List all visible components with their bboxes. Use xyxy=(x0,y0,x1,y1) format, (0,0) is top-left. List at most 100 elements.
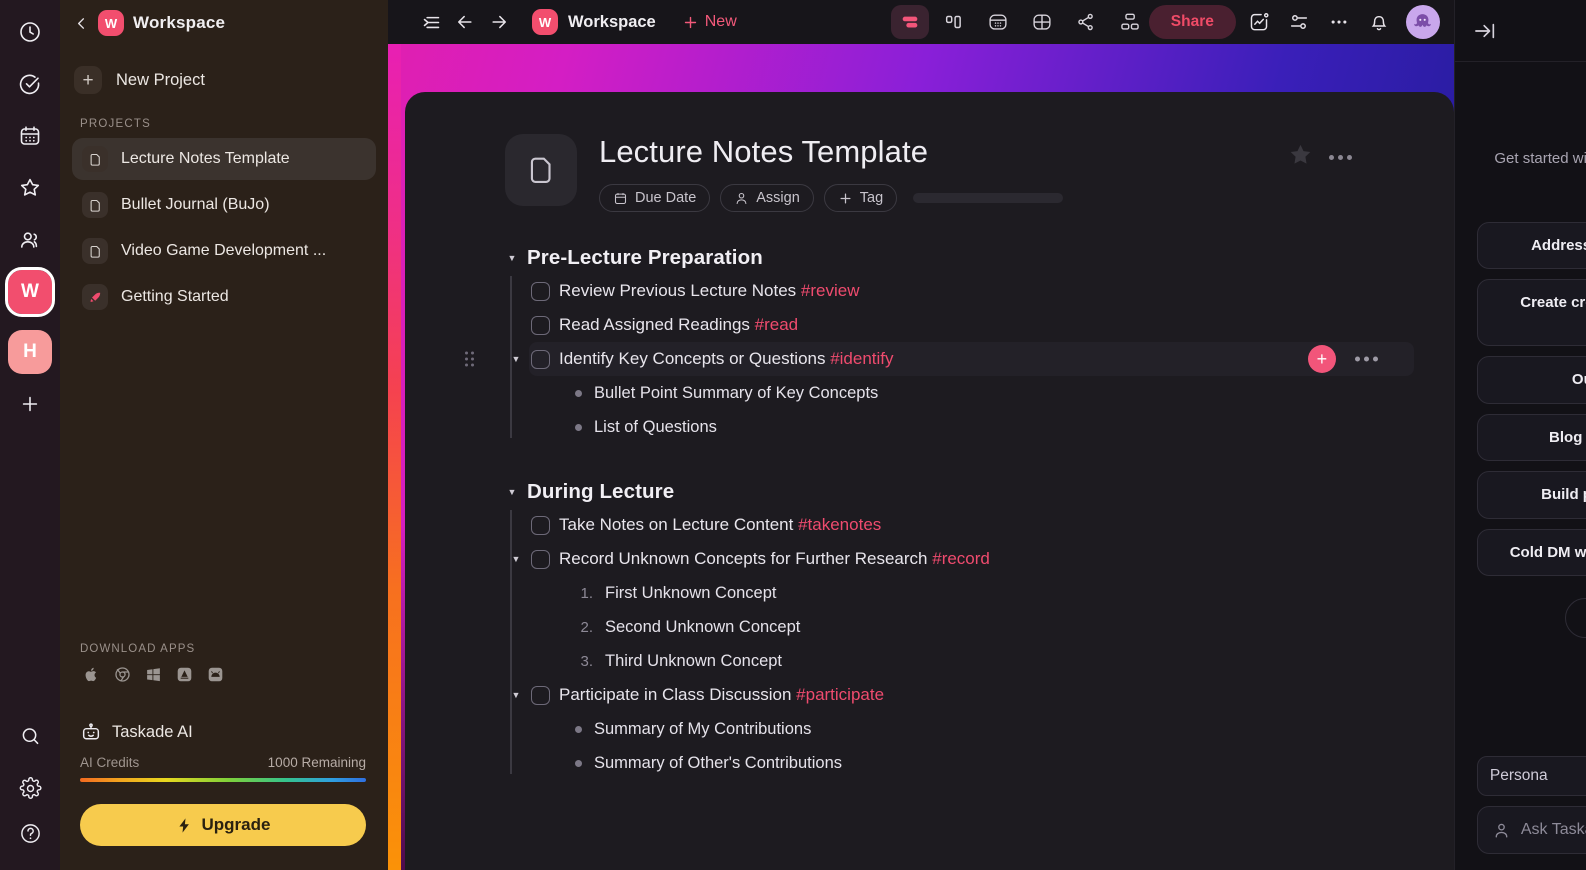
share-button[interactable]: Share xyxy=(1148,5,1236,39)
help-icon[interactable] xyxy=(8,818,52,862)
task-tag[interactable]: #record xyxy=(932,549,990,568)
settings-icon[interactable] xyxy=(8,766,52,810)
more-icon[interactable] xyxy=(1322,5,1356,39)
workspace-chip[interactable]: W xyxy=(98,10,124,36)
activity-icon[interactable] xyxy=(1242,5,1276,39)
workspace-avatar-h[interactable]: H xyxy=(8,330,52,374)
chevron-down-icon[interactable]: ▼ xyxy=(505,487,519,497)
toggle-sidebar-icon[interactable] xyxy=(414,5,448,39)
collapse-panel-icon[interactable] xyxy=(1473,20,1499,42)
subtask-item[interactable]: 2. Second Unknown Concept xyxy=(575,610,1414,644)
person-icon xyxy=(736,192,747,204)
windows-icon[interactable] xyxy=(142,663,164,685)
task-checkbox[interactable] xyxy=(531,685,550,705)
gradient-left-strip xyxy=(388,44,401,870)
subtask-item[interactable]: 1. First Unknown Concept xyxy=(575,576,1414,610)
drag-handle-icon[interactable] xyxy=(465,351,474,367)
app-root: W H W Workspace + New Project PROJECTS L… xyxy=(0,0,1586,870)
prompt-suggestion[interactable]: Outreach Sequence xyxy=(1476,356,1586,404)
workspace-avatar-w[interactable]: W xyxy=(5,267,55,317)
subtask-item[interactable]: 3. Third Unknown Concept xyxy=(575,644,1414,678)
prompt-suggestion[interactable]: Address needs and pain points xyxy=(1476,221,1586,269)
breadcrumb-workspace[interactable]: W Workspace xyxy=(532,9,656,35)
android-icon[interactable] xyxy=(204,663,226,685)
list-view-icon[interactable] xyxy=(890,5,929,39)
sidebar-item-bullet-journal[interactable]: Bullet Journal (BuJo) xyxy=(72,184,376,226)
task-tag[interactable]: #identify xyxy=(830,349,893,368)
chevron-down-icon[interactable]: ▼ xyxy=(509,690,523,700)
task-tag[interactable]: #review xyxy=(801,281,860,300)
favorites-icon[interactable] xyxy=(8,166,52,210)
document-icon[interactable] xyxy=(505,134,577,206)
upgrade-label: Upgrade xyxy=(201,815,271,834)
due-date-chip[interactable]: Due Date xyxy=(599,184,711,212)
assign-chip[interactable]: Assign xyxy=(720,184,814,212)
task-checkbox[interactable] xyxy=(531,315,550,335)
add-subtask-button[interactable]: + xyxy=(1307,345,1336,373)
task-row[interactable]: ▼ Record Unknown Concepts for Further Re… xyxy=(512,542,1414,576)
org-chart-icon[interactable] xyxy=(1111,5,1149,39)
favorite-star-icon[interactable] xyxy=(1288,142,1313,172)
chrome-icon[interactable] xyxy=(111,663,133,685)
breadcrumb-workspace-label: Workspace xyxy=(568,12,656,31)
board-view-icon[interactable] xyxy=(935,5,973,39)
plus-icon xyxy=(840,193,851,203)
appstore-icon[interactable] xyxy=(173,663,195,685)
back-navigation-icon[interactable] xyxy=(448,5,482,39)
persona-select[interactable]: Persona xyxy=(1476,756,1586,796)
subtask-item[interactable]: Summary of Other's Contributions xyxy=(575,746,1414,780)
prompt-suggestion[interactable]: Cold DM with Personalized Approach xyxy=(1476,528,1586,576)
task-checkbox[interactable] xyxy=(531,281,550,301)
task-row-hovered[interactable]: ▼ Identify Key Concepts or Questions #id… xyxy=(465,342,1414,376)
task-row[interactable]: Take Notes on Lecture Content #takenotes xyxy=(529,508,1414,542)
chevron-down-icon[interactable]: ▼ xyxy=(509,554,523,564)
document-meta-row: Due Date Assign Tag xyxy=(599,184,1064,212)
task-row[interactable]: Read Assigned Readings #read xyxy=(529,308,1414,342)
task-row[interactable]: ▼ Participate in Class Discussion #parti… xyxy=(512,678,1414,712)
task-tag[interactable]: #read xyxy=(755,315,798,334)
sidebar-item-getting-started[interactable]: Getting Started xyxy=(72,276,376,318)
subtask-item[interactable]: List of Questions xyxy=(575,410,1414,444)
sidebar-item-lecture-notes-template[interactable]: Lecture Notes Template xyxy=(72,138,376,180)
apple-icon[interactable] xyxy=(80,663,102,685)
prompt-suggestion[interactable]: Build product landing pages xyxy=(1476,471,1586,519)
task-checkbox[interactable] xyxy=(531,549,550,569)
bell-icon[interactable] xyxy=(1362,5,1396,39)
task-tag[interactable]: #takenotes xyxy=(798,515,881,534)
subtask-item[interactable]: Summary of My Contributions xyxy=(575,712,1414,746)
sidebar-item-video-game-development[interactable]: Video Game Development ... xyxy=(72,230,376,272)
prompt-suggestion[interactable]: Create cross-selling and upselling strat… xyxy=(1476,279,1586,346)
new-project-button[interactable]: + New Project xyxy=(74,66,374,94)
add-workspace-icon[interactable] xyxy=(8,382,52,426)
document-more-icon[interactable] xyxy=(1328,154,1352,160)
mindmap-view-icon[interactable] xyxy=(1067,5,1105,39)
top-toolbar: W Workspace New Share xyxy=(388,0,1454,44)
task-tag[interactable]: #participate xyxy=(796,685,884,704)
back-icon[interactable] xyxy=(74,16,89,31)
task-checkbox[interactable] xyxy=(531,349,550,369)
subtask-item[interactable]: Bullet Point Summary of Key Concepts xyxy=(575,376,1414,410)
new-button[interactable]: New xyxy=(682,13,737,31)
task-more-icon[interactable] xyxy=(1354,356,1378,362)
taskade-ai-button[interactable]: Taskade AI xyxy=(60,685,388,743)
forward-navigation-icon[interactable] xyxy=(482,5,516,39)
tasks-icon[interactable] xyxy=(8,62,52,106)
chevron-down-icon[interactable]: ▼ xyxy=(505,253,519,263)
view-more-button[interactable]: View More xyxy=(1565,598,1586,638)
search-icon[interactable] xyxy=(8,714,52,758)
task-label: Identify Key Concepts or Questions #iden… xyxy=(559,349,894,369)
avatar[interactable] xyxy=(1405,5,1440,39)
upgrade-button[interactable]: Upgrade xyxy=(80,804,366,846)
table-view-icon[interactable] xyxy=(1023,5,1061,39)
calendar-icon[interactable] xyxy=(8,114,52,158)
recent-icon[interactable] xyxy=(8,10,52,54)
task-row[interactable]: Review Previous Lecture Notes #review xyxy=(529,274,1414,308)
prompt-suggestion[interactable]: Blog Post Urging Emotion xyxy=(1476,413,1586,461)
people-icon[interactable] xyxy=(8,218,52,262)
chevron-down-icon[interactable]: ▼ xyxy=(509,354,523,364)
tag-chip[interactable]: Tag xyxy=(823,184,898,212)
calendar-view-icon[interactable] xyxy=(979,5,1017,39)
ask-taskade-ai-input[interactable]: Ask Taskade AI... xyxy=(1476,806,1586,854)
task-checkbox[interactable] xyxy=(531,515,550,535)
filter-icon[interactable] xyxy=(1282,5,1316,39)
